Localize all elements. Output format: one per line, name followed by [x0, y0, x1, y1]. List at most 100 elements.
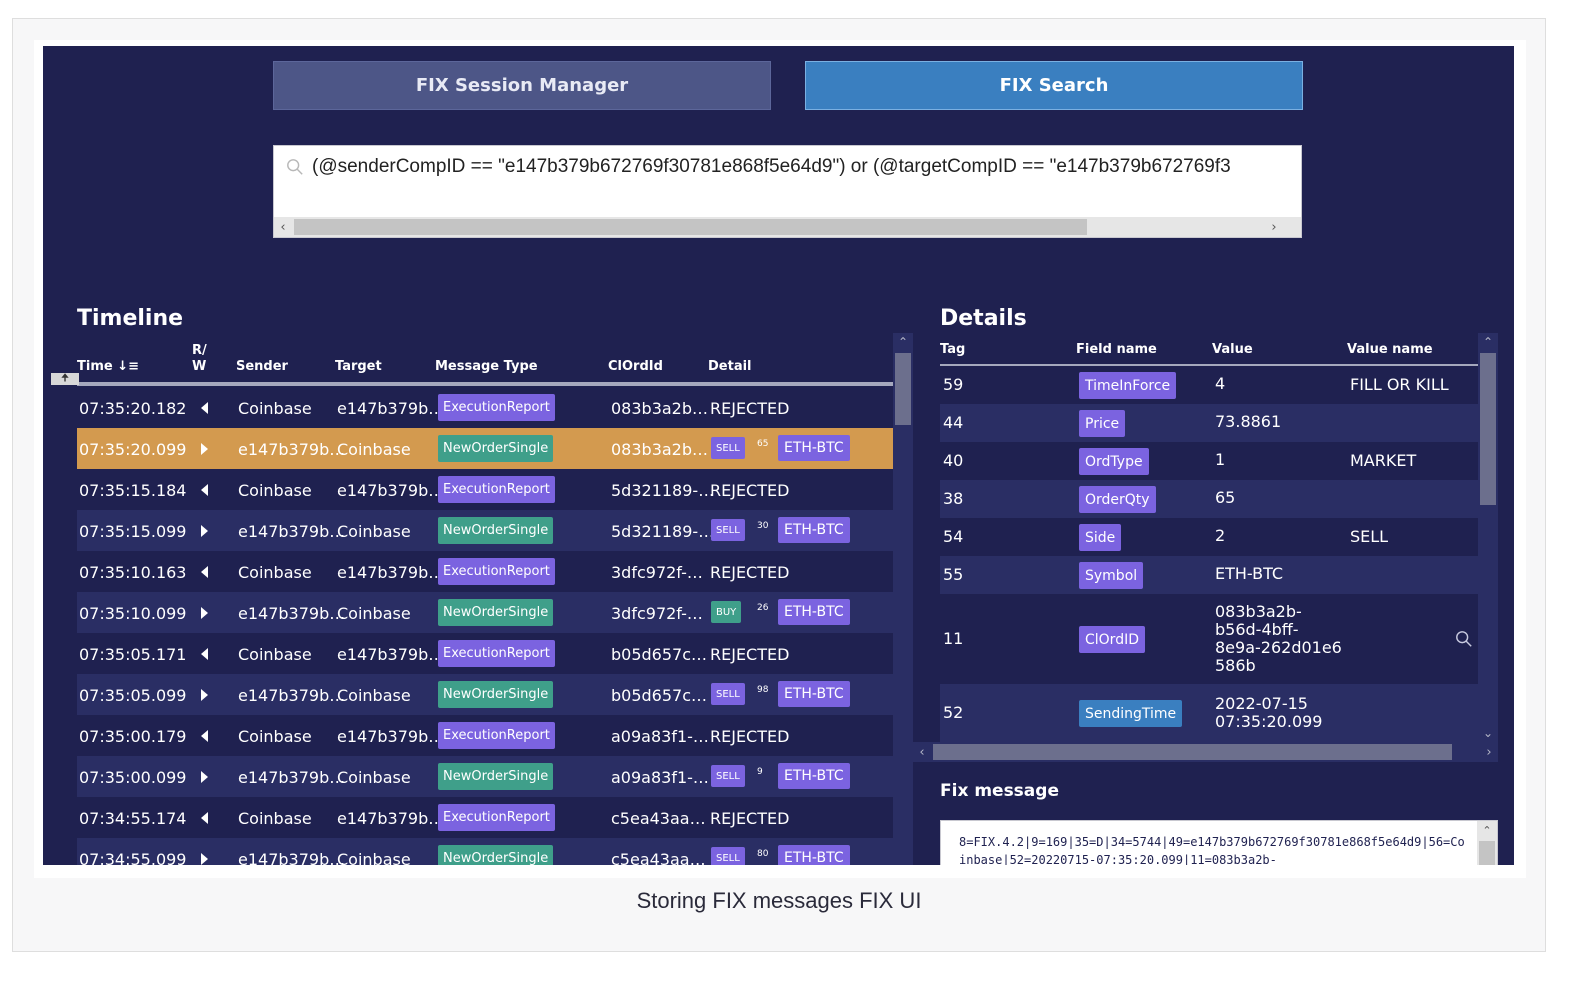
scroll-left-icon[interactable]: ‹	[913, 742, 931, 762]
col-target[interactable]: Target	[335, 359, 382, 374]
fix-message-text[interactable]: 8=FIX.4.2|9=169|35=D|34=5744|49=e147b379…	[959, 833, 1469, 865]
col-sender[interactable]: Sender	[236, 359, 288, 374]
col-clordid[interactable]: ClOrdId	[608, 359, 663, 374]
scroll-right-icon[interactable]: ›	[1265, 217, 1283, 237]
details-row[interactable]: 52 SendingTime 2022-07-15 07:35:20.099	[940, 684, 1478, 742]
col-field-name[interactable]: Field name	[1076, 342, 1157, 357]
scroll-left-icon[interactable]: ‹	[274, 217, 292, 237]
scrollbar-thumb[interactable]	[294, 219, 1087, 235]
message-type-badge[interactable]: ExecutionReport	[438, 558, 555, 585]
details-row[interactable]: 59 TimeInForce 4 FILL OR KILL	[940, 366, 1478, 404]
received-arrow-icon	[201, 566, 208, 578]
table-row[interactable]: 07:34:55.174 Coinbase e147b379b… ExecutionR…	[77, 797, 893, 838]
message-type-badge[interactable]: ExecutionReport	[438, 394, 555, 421]
row-clordid: 3dfc972f-…	[611, 604, 703, 623]
scrollbar-thumb[interactable]	[1480, 353, 1496, 505]
col-rw[interactable]: R/ W	[192, 343, 207, 375]
message-type-badge[interactable]: NewOrderSingle	[438, 845, 554, 865]
details-row[interactable]: 55 Symbol ETH-BTC	[940, 556, 1478, 594]
message-type-badge[interactable]: NewOrderSingle	[438, 517, 554, 544]
table-row[interactable]: 07:35:20.099 e147b379b… Coinbase NewOrderSi…	[77, 428, 893, 469]
row-clordid: 5d321189-…	[611, 481, 715, 500]
table-row[interactable]: 07:35:10.099 e147b379b… Coinbase NewOrderSi…	[77, 592, 893, 633]
field-name-badge[interactable]: Price	[1079, 410, 1126, 437]
details-row[interactable]: 40 OrdType 1 MARKET	[940, 442, 1478, 480]
details-vscrollbar[interactable]: ⌃ ⌄	[1478, 333, 1498, 742]
col-time[interactable]: Time ↓≡	[77, 359, 139, 374]
timeline-rows: 07:35:20.182 Coinbase e147b379b… ExecutionR…	[77, 387, 893, 865]
col-tag[interactable]: Tag	[940, 342, 965, 357]
message-type-badge[interactable]: NewOrderSingle	[438, 599, 554, 626]
scrollbar-thumb[interactable]	[895, 353, 911, 425]
field-name-badge[interactable]: SendingTime	[1079, 700, 1183, 727]
message-type-badge[interactable]: ExecutionReport	[438, 722, 555, 749]
field-name-badge[interactable]: OrdType	[1079, 448, 1149, 475]
side-badge: BUY	[711, 601, 742, 623]
sent-arrow-icon	[201, 689, 208, 701]
sort-desc-icon[interactable]: ↓≡	[117, 359, 139, 374]
sent-arrow-icon	[201, 525, 208, 537]
table-row[interactable]: 07:35:10.163 Coinbase e147b379b… ExecutionR…	[77, 551, 893, 592]
details-row[interactable]: 54 Side 2 SELL	[940, 518, 1478, 556]
search-input[interactable]: (@senderCompID == "e147b379b672769f30781…	[273, 145, 1302, 238]
field-name-badge[interactable]: OrderQty	[1079, 486, 1156, 513]
search-icon[interactable]	[1455, 630, 1473, 648]
message-type-badge[interactable]: NewOrderSingle	[438, 435, 554, 462]
table-row[interactable]: 07:34:55.099 e147b379b… Coinbase NewOrderSi…	[77, 838, 893, 865]
col-detail[interactable]: Detail	[708, 359, 752, 374]
row-target: Coinbase	[337, 850, 411, 865]
symbol-badge: ETH-BTC	[778, 599, 850, 625]
details-row[interactable]: 38 OrderQty 65	[940, 480, 1478, 518]
table-row[interactable]: 07:35:15.184 Coinbase e147b379b… ExecutionR…	[77, 469, 893, 510]
details-row[interactable]: 44 Price 73.8861	[940, 404, 1478, 442]
table-row[interactable]: 07:35:05.171 Coinbase e147b379b… ExecutionR…	[77, 633, 893, 674]
col-value[interactable]: Value	[1212, 342, 1253, 357]
fix-message-box[interactable]: 8=FIX.4.2|9=169|35=D|34=5744|49=e147b379…	[940, 820, 1498, 865]
row-target: e147b379b…	[337, 809, 445, 828]
search-scrollbar[interactable]: ‹ ›	[274, 217, 1301, 237]
search-query-text[interactable]: (@senderCompID == "e147b379b672769f30781…	[312, 156, 1297, 178]
scroll-up-icon[interactable]: ⌃	[1478, 333, 1498, 351]
details-header: Tag Field name Value Value name	[940, 336, 1478, 366]
fix-message-title: Fix message	[940, 781, 1059, 801]
message-type-badge[interactable]: NewOrderSingle	[438, 763, 554, 790]
message-type-badge[interactable]: ExecutionReport	[438, 476, 555, 503]
scroll-up-icon[interactable]: ⌃	[1477, 821, 1497, 839]
message-type-badge[interactable]: ExecutionReport	[438, 804, 555, 831]
scrollbar-thumb[interactable]	[1479, 841, 1495, 865]
tab-fix-search[interactable]: FIX Search	[805, 61, 1303, 110]
scroll-down-icon[interactable]: ⌄	[1478, 724, 1498, 742]
field-name-badge[interactable]: Symbol	[1079, 562, 1144, 589]
col-message-type[interactable]: Message Type	[435, 359, 538, 374]
row-clordid: 083b3a2b…	[611, 399, 709, 418]
table-row[interactable]: 07:35:00.179 Coinbase e147b379b… ExecutionR…	[77, 715, 893, 756]
scroll-up-icon[interactable]: ⌃	[893, 333, 913, 351]
received-arrow-icon	[201, 402, 208, 414]
row-clordid: 083b3a2b…	[611, 440, 709, 459]
table-row[interactable]: 07:35:00.099 e147b379b… Coinbase NewOrderSi…	[77, 756, 893, 797]
details-title: Details	[940, 306, 1027, 331]
quantity-label: 30	[757, 521, 769, 531]
message-type-badge[interactable]: ExecutionReport	[438, 640, 555, 667]
scroll-top-icon[interactable]: 🠉	[51, 373, 79, 385]
field-name-badge[interactable]: Side	[1079, 524, 1122, 551]
symbol-badge: ETH-BTC	[778, 435, 850, 461]
sent-arrow-icon	[201, 771, 208, 783]
table-row[interactable]: 07:35:05.099 e147b379b… Coinbase NewOrderSi…	[77, 674, 893, 715]
fix-message-scrollbar[interactable]: ⌃	[1477, 821, 1497, 865]
field-name-badge[interactable]: ClOrdID	[1079, 626, 1145, 653]
scroll-right-icon[interactable]: ›	[1480, 742, 1498, 762]
scrollbar-thumb[interactable]	[933, 744, 1452, 760]
table-row[interactable]: 07:35:15.099 e147b379b… Coinbase NewOrderSi…	[77, 510, 893, 551]
table-row[interactable]: 07:35:20.182 Coinbase e147b379b… ExecutionR…	[77, 387, 893, 428]
row-tag: 40	[943, 451, 964, 470]
message-type-badge[interactable]: NewOrderSingle	[438, 681, 554, 708]
details-hscrollbar[interactable]: ‹ ›	[913, 742, 1498, 762]
row-target: e147b379b…	[337, 481, 445, 500]
row-sender: e147b379b…	[238, 440, 346, 459]
col-value-name[interactable]: Value name	[1347, 342, 1433, 357]
timeline-scrollbar[interactable]: ⌃	[893, 333, 913, 865]
details-row[interactable]: 11 ClOrdID 083b3a2b- b56d-4bff- 8e9a-262d0…	[940, 594, 1478, 684]
field-name-badge[interactable]: TimeInForce	[1079, 372, 1177, 399]
tab-fix-session-manager[interactable]: FIX Session Manager	[273, 61, 771, 110]
